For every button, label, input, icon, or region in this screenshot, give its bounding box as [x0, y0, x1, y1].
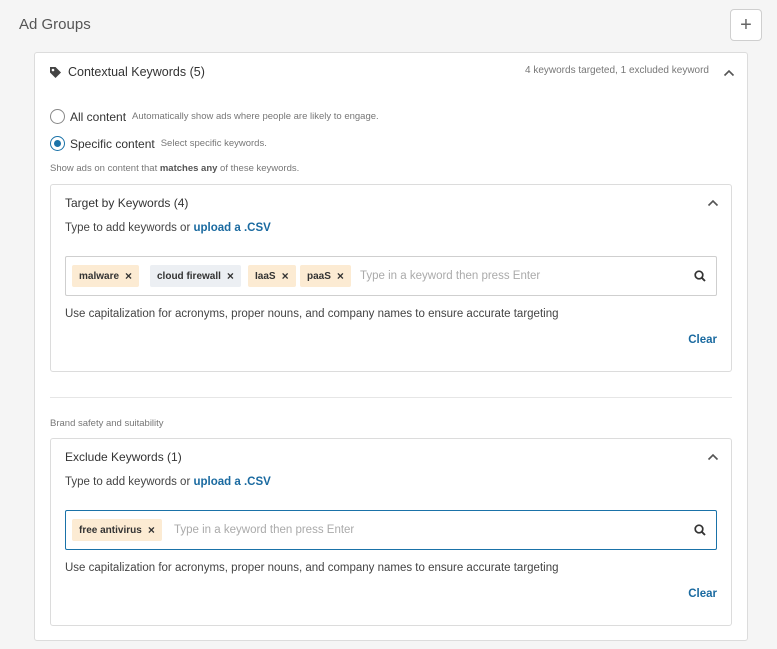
target-keyword-input[interactable] — [360, 267, 660, 285]
keyword-summary: 4 keywords targeted, 1 excluded keyword — [525, 65, 709, 76]
keyword-chip: paaS × — [300, 265, 351, 287]
radio-label: All content — [70, 109, 127, 124]
add-ad-group-button[interactable]: + — [730, 9, 762, 41]
keyword-chip: IaaS × — [248, 265, 296, 287]
ad-groups-header: Ad Groups + — [0, 0, 777, 52]
exclude-keyword-input-box[interactable]: free antivirus × — [65, 510, 717, 550]
close-icon[interactable]: × — [337, 270, 344, 282]
contextual-keywords-panel: Contextual Keywords (5) 4 keywords targe… — [34, 52, 748, 641]
chip-label: malware — [79, 270, 120, 282]
target-keyword-input-box[interactable]: malware × cloud firewall × IaaS × paaS × — [65, 256, 717, 296]
capitalization-note: Use capitalization for acronyms, proper … — [65, 562, 559, 574]
chip-label: free antivirus — [79, 524, 142, 536]
brand-safety-label: Brand safety and suitability — [50, 418, 164, 429]
match-hint: Show ads on content that matches any of … — [50, 163, 299, 174]
search-icon[interactable] — [694, 524, 706, 536]
exclude-card-title: Exclude Keywords (1) — [65, 450, 182, 464]
capitalization-note: Use capitalization for acronyms, proper … — [65, 308, 559, 320]
chevron-up-icon[interactable] — [707, 199, 719, 207]
hint-bold: matches any — [159, 163, 218, 174]
page-title: Ad Groups — [19, 16, 91, 33]
keyword-chip: free antivirus × — [72, 519, 162, 541]
radio-specific-content[interactable]: Specific content Select specific keyword… — [50, 136, 267, 151]
chip-label: IaaS — [255, 270, 276, 282]
upload-csv-link[interactable]: upload a .CSV — [193, 222, 270, 234]
target-card-title: Target by Keywords (4) — [65, 196, 189, 210]
clear-button[interactable]: Clear — [688, 588, 717, 600]
exclude-keyword-input[interactable] — [174, 521, 474, 539]
radio-all-content[interactable]: All content Automatically show ads where… — [50, 109, 379, 124]
exclude-upload-hint: Type to add keywords or upload a .CSV — [65, 476, 271, 488]
hint-suffix: of these keywords. — [217, 163, 300, 174]
radio-button[interactable] — [50, 109, 65, 124]
radio-help-text: Automatically show ads where people are … — [132, 111, 379, 122]
radio-help-text: Select specific keywords. — [160, 138, 267, 149]
close-icon[interactable]: × — [282, 270, 289, 282]
target-upload-hint: Type to add keywords or upload a .CSV — [65, 222, 271, 234]
radio-label: Specific content — [70, 136, 155, 151]
close-icon[interactable]: × — [227, 270, 234, 282]
keyword-chip: malware × — [72, 265, 140, 287]
keyword-chip: cloud firewall × — [150, 265, 241, 287]
exclude-keywords-card: Exclude Keywords (1) Type to add keyword… — [50, 438, 732, 626]
chip-label: paaS — [307, 270, 331, 282]
upload-hint-text: Type to add keywords or — [65, 222, 194, 234]
chevron-up-icon[interactable] — [707, 453, 719, 461]
tag-icon — [50, 67, 61, 78]
target-keywords-card: Target by Keywords (4) Type to add keywo… — [50, 184, 732, 372]
upload-hint-text: Type to add keywords or — [65, 476, 194, 488]
upload-csv-link[interactable]: upload a .CSV — [193, 476, 270, 488]
divider — [50, 397, 732, 398]
contextual-keywords-header[interactable]: Contextual Keywords (5) 4 keywords targe… — [35, 53, 747, 93]
close-icon[interactable]: × — [125, 270, 132, 282]
chevron-up-icon[interactable] — [723, 69, 735, 77]
chip-label: cloud firewall — [157, 270, 221, 282]
search-icon[interactable] — [694, 270, 706, 282]
radio-button-selected[interactable] — [50, 136, 65, 151]
panel-title: Contextual Keywords (5) — [68, 65, 205, 79]
clear-button[interactable]: Clear — [688, 334, 717, 346]
hint-prefix: Show ads on content that — [50, 163, 160, 174]
close-icon[interactable]: × — [148, 524, 155, 536]
